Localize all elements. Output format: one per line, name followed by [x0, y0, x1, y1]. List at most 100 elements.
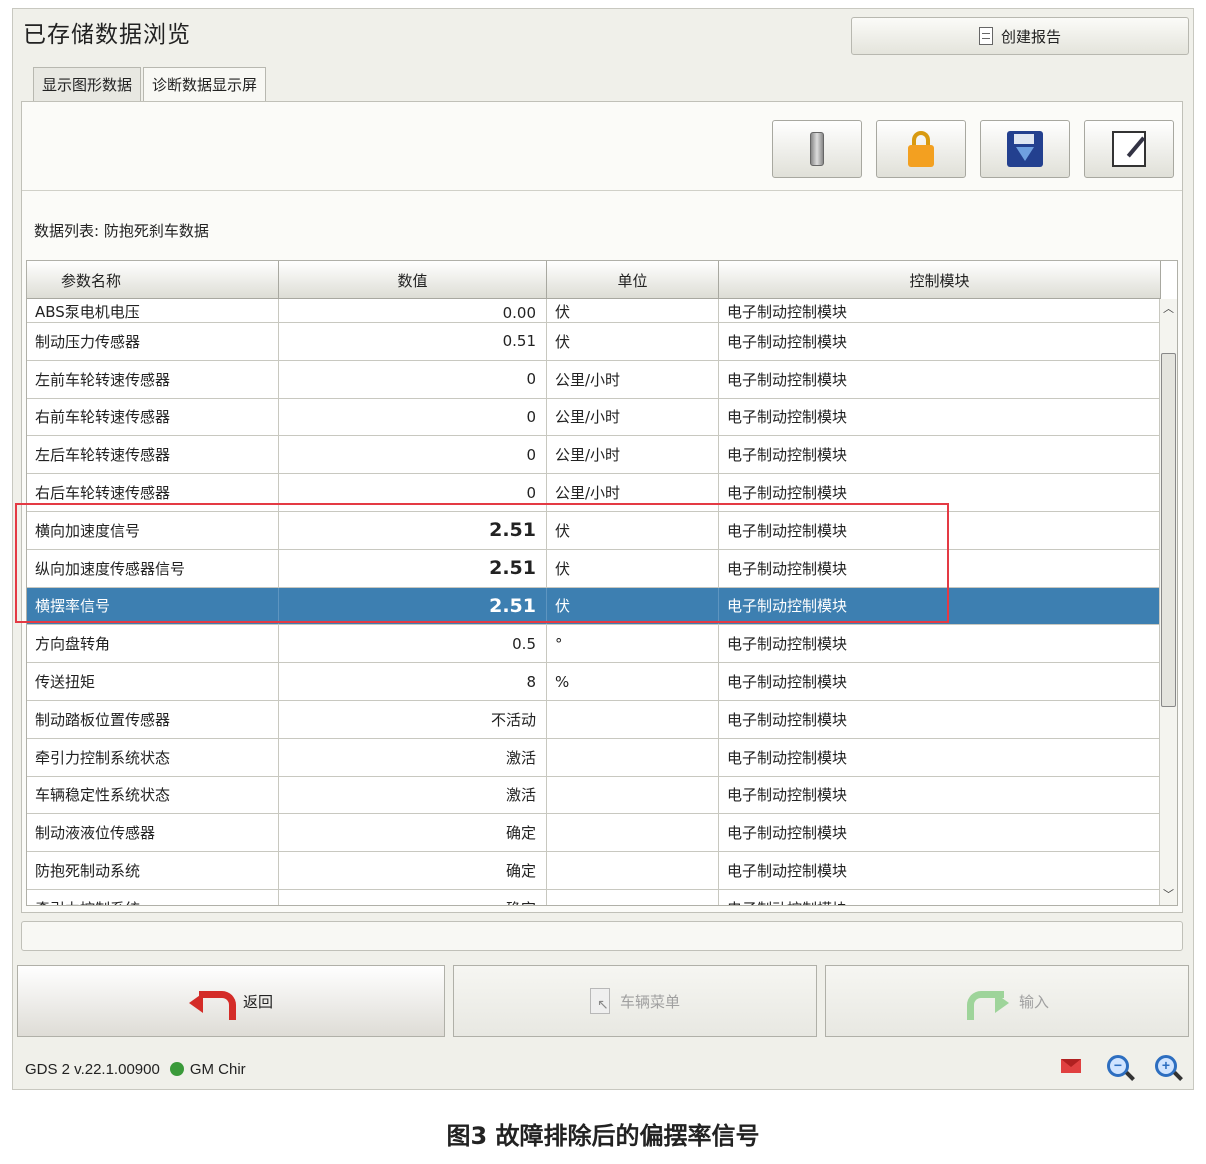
unit-cell — [547, 852, 719, 889]
module-cell: 电子制动控制模块 — [719, 360, 1161, 398]
table-row[interactable]: 制动液液位传感器 确定 电子制动控制模块 — [27, 814, 1161, 853]
scroll-up-icon[interactable]: ︿ — [1160, 301, 1177, 317]
report-document-icon — [978, 27, 993, 45]
table-row[interactable]: 传送扭矩 8% 电子制动控制模块 — [27, 663, 1161, 701]
toolbar — [772, 120, 1174, 178]
value-cell: 0 — [279, 436, 547, 474]
version-text: GDS 2 v.22.1.00900 — [25, 1060, 160, 1078]
table-row[interactable]: 左前车轮转速传感器 0 公里/小时 电子制动控制模块 — [27, 360, 1161, 399]
table-row[interactable]: 纵向加速度传感器信号 2.51 伏电子制动控制模块 — [27, 549, 1161, 588]
module-cell: 电子制动控制模块 — [719, 511, 1161, 549]
back-button[interactable]: 返回 — [17, 965, 445, 1037]
table-header: 参数名称 数值 单位 控制模块 — [27, 261, 1161, 299]
create-report-button[interactable]: 创建报告 — [851, 17, 1189, 55]
mail-icon[interactable] — [1061, 1059, 1081, 1073]
status-bar: GDS 2 v.22.1.00900 GM Chir − + — [13, 1049, 1193, 1089]
table-row[interactable]: 牵引力控制系统状态 激活 电子制动控制模块 — [27, 738, 1161, 777]
column-header-unit[interactable]: 单位 — [547, 261, 719, 299]
table-row[interactable]: 制动压力传感器 0.51 伏电子制动控制模块 — [27, 323, 1161, 361]
value-cell: 0 — [279, 474, 547, 511]
value-cell: 0 — [279, 360, 547, 398]
save-button[interactable] — [980, 120, 1070, 178]
value-cell: 不活动 — [279, 700, 547, 738]
tab-graph-data[interactable]: 显示图形数据 — [33, 67, 142, 101]
save-icon — [1007, 131, 1043, 167]
table-body: ABS泵电机电压 0.00 伏电子制动控制模块 制动压力传感器 0.51 伏电子制动控制模… — [27, 299, 1161, 905]
module-cell: 电子制动控制模块 — [719, 299, 1161, 322]
table-row[interactable]: 横向加速度信号 2.51 伏电子制动控制模块 — [27, 511, 1161, 550]
unit-cell: 伏 — [547, 299, 719, 322]
param-name-cell: 横摆率信号 — [27, 587, 279, 625]
unit-cell — [547, 776, 719, 814]
unit-cell: 伏 — [547, 511, 719, 549]
table-row[interactable]: 牵引力控制系统确定 电子制动控制模块 — [27, 889, 1161, 905]
table-row[interactable]: 右后车轮转速传感器 0 公里/小时 电子制动控制模块 — [27, 474, 1161, 512]
zoom-out-icon[interactable]: − — [1107, 1055, 1129, 1077]
value-cell: 0.00 — [279, 299, 547, 322]
tab-diagnostic-display[interactable]: 诊断数据显示屏 — [143, 67, 267, 101]
table-row[interactable]: 防抱死制动系统 确定 电子制动控制模块 — [27, 852, 1161, 890]
info-strip — [21, 921, 1183, 951]
figure-caption: 图3 故障排除后的偏摆率信号 — [446, 1122, 760, 1150]
lock-icon — [908, 131, 934, 167]
unit-cell — [547, 738, 719, 776]
stored-data-viewer-window: 已存储数据浏览 创建报告 显示图形数据 诊断数据显示屏 数据列表: 防抱死刹车数… — [12, 8, 1194, 1090]
table-row[interactable]: 右前车轮转速传感器 0 公里/小时 电子制动控制模块 — [27, 398, 1161, 437]
vertical-scrollbar[interactable]: ︿ ﹀ — [1159, 299, 1177, 905]
module-cell: 电子制动控制模块 — [719, 625, 1161, 663]
input-button[interactable]: 输入 — [825, 965, 1189, 1037]
divider — [22, 190, 1182, 191]
value-cell: 0.51 — [279, 323, 547, 360]
input-label: 输入 — [1018, 992, 1049, 1011]
param-name-cell: 防抱死制动系统 — [27, 852, 279, 889]
param-name-cell: ABS泵电机电压 — [27, 299, 279, 322]
table-row[interactable]: 横摆率信号 2.51 伏电子制动控制模块 — [27, 587, 1161, 626]
tool-button[interactable] — [772, 120, 862, 178]
lock-button[interactable] — [876, 120, 966, 178]
unit-cell: % — [547, 663, 719, 700]
unit-cell: 公里/小时 — [547, 398, 719, 436]
param-name-cell: 方向盘转角 — [27, 625, 279, 663]
unit-cell — [547, 814, 719, 852]
table-row[interactable]: 制动踏板位置传感器 不活动 电子制动控制模块 — [27, 700, 1161, 739]
table-row[interactable]: ABS泵电机电压 0.00 伏电子制动控制模块 — [27, 299, 1161, 323]
table-row[interactable]: 左后车轮转速传感器 0 公里/小时 电子制动控制模块 — [27, 436, 1161, 475]
module-cell: 电子制动控制模块 — [719, 814, 1161, 852]
module-cell: 电子制动控制模块 — [719, 323, 1161, 360]
value-cell: 2.51 — [279, 511, 547, 549]
module-cell: 电子制动控制模块 — [719, 663, 1161, 700]
param-name-cell: 横向加速度信号 — [27, 511, 279, 549]
unit-cell — [547, 889, 719, 905]
param-name-cell: 纵向加速度传感器信号 — [27, 549, 279, 587]
param-name-cell: 牵引力控制系统 — [27, 889, 279, 905]
module-cell: 电子制动控制模块 — [719, 549, 1161, 587]
unit-cell: 公里/小时 — [547, 436, 719, 474]
unit-cell: 伏 — [547, 587, 719, 625]
connection-status-icon — [169, 1062, 184, 1076]
column-header-module[interactable]: 控制模块 — [719, 261, 1161, 299]
unit-cell: 伏 — [547, 549, 719, 587]
value-cell: 确定 — [279, 852, 547, 889]
scroll-down-icon[interactable]: ﹀ — [1160, 887, 1177, 903]
column-header-parameter[interactable]: 参数名称 — [27, 261, 279, 299]
zoom-in-icon[interactable]: + — [1155, 1055, 1177, 1077]
forward-arrow-icon — [965, 987, 1009, 1020]
column-header-value[interactable]: 数值 — [279, 261, 547, 299]
back-label: 返回 — [242, 992, 273, 1011]
create-report-label: 创建报告 — [1000, 27, 1061, 46]
value-cell: 激活 — [279, 738, 547, 776]
scrollbar-thumb[interactable] — [1161, 353, 1176, 707]
value-cell: 确定 — [279, 889, 547, 905]
data-list-label: 数据列表: 防抱死刹车数据 — [34, 222, 209, 240]
table-row[interactable]: 车辆稳定性系统状态 激活 电子制动控制模块 — [27, 776, 1161, 815]
main-panel: 数据列表: 防抱死刹车数据 参数名称 数值 单位 控制模块 ABS泵电机电压 0.… — [21, 101, 1183, 913]
table-row[interactable]: 方向盘转角 0.5 ° 电子制动控制模块 — [27, 625, 1161, 664]
vehicle-menu-button[interactable]: 车辆菜单 — [453, 965, 817, 1037]
module-cell: 电子制动控制模块 — [719, 738, 1161, 776]
param-name-cell: 制动踏板位置传感器 — [27, 700, 279, 738]
value-cell: 0.5 — [279, 625, 547, 663]
edit-icon — [1112, 131, 1146, 167]
param-name-cell: 传送扭矩 — [27, 663, 279, 700]
edit-button[interactable] — [1084, 120, 1174, 178]
region-text: GM Chir — [189, 1060, 246, 1078]
